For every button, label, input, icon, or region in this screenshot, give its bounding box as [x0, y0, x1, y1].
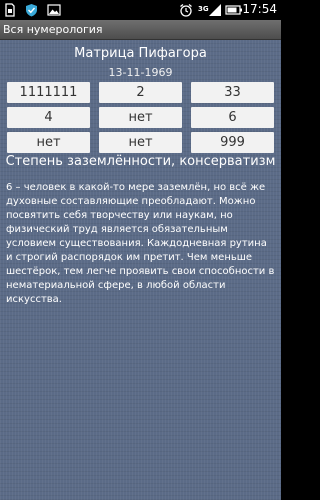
- matrix-cell[interactable]: 33: [191, 82, 274, 103]
- matrix-cell[interactable]: 1111111: [7, 82, 90, 103]
- matrix-cell[interactable]: 4: [7, 107, 90, 128]
- signal-icon: [209, 4, 221, 16]
- matrix-cell[interactable]: 999: [191, 132, 274, 153]
- clock: 17:54: [242, 2, 277, 16]
- matrix-cell[interactable]: нет: [99, 107, 182, 128]
- shield-icon: [26, 4, 37, 17]
- matrix-cell[interactable]: 2: [99, 82, 182, 103]
- alarm-icon: [180, 3, 192, 17]
- matrix-cell[interactable]: нет: [99, 132, 182, 153]
- image-icon: [47, 4, 61, 16]
- matrix-title: Матрица Пифагора: [74, 46, 207, 61]
- app-title-bar: Вся нумерология: [0, 20, 281, 40]
- main-content[interactable]: Матрица Пифагора 13-11-1969 1111111 2 33…: [0, 40, 281, 500]
- matrix-cell[interactable]: 6: [191, 107, 274, 128]
- status-bar: 3G 17:54: [0, 0, 281, 20]
- birth-date: 13-11-1969: [108, 66, 173, 79]
- section-title: Степень заземлённости, консерватизм: [5, 154, 276, 169]
- sim-icon: [5, 3, 15, 17]
- app-title: Вся нумерология: [3, 23, 103, 36]
- matrix-cell[interactable]: нет: [7, 132, 90, 153]
- battery-icon: [225, 5, 242, 15]
- section-description: 6 – человек в какой-то мере заземлён, но…: [6, 182, 275, 305]
